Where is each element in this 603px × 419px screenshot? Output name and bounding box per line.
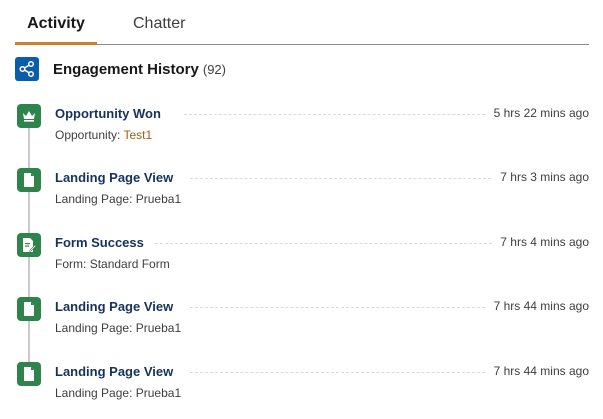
timeline-item-detail: Form: Standard Form (55, 257, 170, 271)
document-icon (17, 297, 41, 321)
timeline-divider (155, 243, 497, 244)
detail-label: Landing Page: (55, 192, 133, 206)
tab-bar: Activity Chatter (15, 0, 589, 45)
section-count: (92) (202, 61, 226, 77)
active-tab-indicator (15, 42, 97, 45)
detail-link[interactable]: Test1 (124, 128, 153, 142)
document-icon (17, 362, 41, 386)
timeline-item-title[interactable]: Landing Page View (55, 364, 182, 379)
timeline-item-detail: Landing Page: Prueba1 (55, 386, 181, 400)
detail-value: Prueba1 (135, 321, 182, 335)
section-title[interactable]: Engagement History (53, 61, 199, 78)
document-icon (17, 168, 41, 192)
timeline-item-title[interactable]: Landing Page View (55, 299, 182, 314)
detail-value: Standard Form (89, 257, 170, 271)
tab-chatter-label: Chatter (133, 15, 186, 32)
activity-panel: Activity Chatter Engagement History (92) (0, 0, 603, 419)
timeline-item-time: 7 hrs 3 mins ago (492, 170, 589, 184)
timeline-divider (190, 178, 496, 179)
timeline-item-detail: Opportunity: Test1 (55, 128, 152, 142)
timeline-item: Form Success 7 hrs 4 mins ago Form: Stan… (0, 233, 603, 283)
tab-chatter[interactable]: Chatter (133, 0, 185, 43)
detail-label: Landing Page: (55, 386, 133, 400)
timeline-item-time: 7 hrs 4 mins ago (492, 235, 589, 249)
detail-value: Prueba1 (135, 192, 182, 206)
timeline-item: Landing Page View 7 hrs 44 mins ago Land… (0, 362, 603, 412)
timeline-item-title[interactable]: Form Success (55, 235, 152, 250)
timeline-divider (190, 307, 490, 308)
timeline-item: Opportunity Won 5 hrs 22 mins ago Opport… (0, 104, 603, 154)
share-icon (15, 57, 39, 81)
form-icon (17, 233, 41, 257)
timeline-item-title[interactable]: Opportunity Won (55, 106, 169, 121)
timeline-item-time: 7 hrs 44 mins ago (485, 299, 589, 313)
timeline-item-time: 5 hrs 22 mins ago (485, 106, 589, 120)
tab-activity[interactable]: Activity (15, 0, 97, 45)
detail-label: Landing Page: (55, 321, 133, 335)
timeline-item-title[interactable]: Landing Page View (55, 170, 182, 185)
timeline-item-detail: Landing Page: Prueba1 (55, 192, 181, 206)
crown-icon (17, 104, 41, 128)
detail-label: Form: (55, 257, 87, 271)
engagement-history-header: Engagement History (92) (15, 57, 226, 81)
detail-value: Prueba1 (135, 386, 182, 400)
timeline-divider (184, 114, 490, 115)
timeline-item-time: 7 hrs 44 mins ago (485, 364, 589, 378)
timeline-item: Landing Page View 7 hrs 44 mins ago Land… (0, 297, 603, 347)
detail-label: Opportunity: (55, 128, 121, 142)
timeline-divider (190, 372, 490, 373)
timeline-item: Landing Page View 7 hrs 3 mins ago Landi… (0, 168, 603, 218)
timeline-item-detail: Landing Page: Prueba1 (55, 321, 181, 335)
tab-activity-label: Activity (27, 15, 85, 32)
